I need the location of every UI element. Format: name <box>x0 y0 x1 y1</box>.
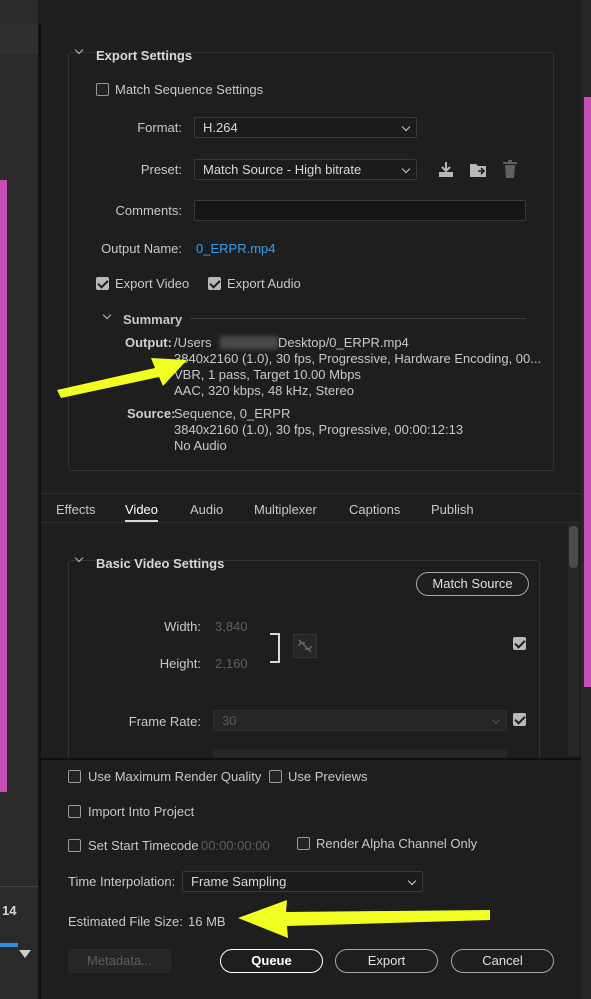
summary-source-sequence: Sequence, 0_ERPR <box>174 406 291 421</box>
annotation-arrow-1 <box>57 358 187 398</box>
max-render-quality-label: Use Maximum Render Quality <box>88 769 262 784</box>
queue-button[interactable]: Queue <box>220 949 323 973</box>
export-button[interactable]: Export <box>335 949 438 973</box>
left-counter: 14 <box>2 903 17 918</box>
metadata-button[interactable]: Metadata... <box>68 949 171 973</box>
summary-source-audio: No Audio <box>174 438 227 453</box>
comments-label: Comments: <box>115 203 182 218</box>
annotation-arrow-2 <box>238 900 490 938</box>
comments-input[interactable] <box>194 200 526 221</box>
format-dropdown[interactable]: H.264 <box>194 117 417 138</box>
frame-rate-match-checkbox[interactable] <box>513 713 526 726</box>
chevron-down-icon <box>407 876 417 886</box>
tab-publish[interactable]: Publish <box>431 502 474 517</box>
summary-output-video: 3840x2160 (1.0), 30 fps, Progressive, Ha… <box>174 351 542 366</box>
format-value: H.264 <box>203 120 238 135</box>
import-into-project-checkbox[interactable] <box>68 805 81 818</box>
tabs-top-divider <box>41 493 581 494</box>
time-interpolation-dropdown[interactable]: Frame Sampling <box>182 871 423 892</box>
preset-value: Match Source - High bitrate <box>203 162 362 177</box>
format-label: Format: <box>137 120 182 135</box>
summary-source-video: 3840x2160 (1.0), 30 fps, Progressive, 00… <box>174 422 464 437</box>
chevron-down-icon <box>401 122 411 132</box>
export-video-checkbox[interactable] <box>96 277 109 290</box>
match-sequence-label: Match Sequence Settings <box>115 82 264 97</box>
tab-video[interactable]: Video <box>125 502 158 517</box>
frame-rate-dropdown[interactable]: 30 <box>213 710 507 731</box>
match-source-button[interactable]: Match Source <box>416 572 529 596</box>
tabs-bottom-divider <box>41 522 581 523</box>
preset-dropdown[interactable]: Match Source - High bitrate <box>194 159 417 180</box>
export-audio-label: Export Audio <box>227 276 301 291</box>
frame-rate-label: Frame Rate: <box>128 714 201 729</box>
chevron-down-icon <box>401 164 411 174</box>
file-size-value: 16 MB <box>188 914 226 929</box>
time-interpolation-value: Frame Sampling <box>191 874 287 889</box>
basic-video-title: Basic Video Settings <box>96 556 225 571</box>
tab-audio[interactable]: Audio <box>190 502 223 517</box>
width-label: Width: <box>164 619 201 634</box>
left-magenta-frame <box>0 180 7 792</box>
height-value: 2,160 <box>215 656 248 671</box>
output-name-link[interactable]: 0_ERPR.mp4 <box>196 241 275 256</box>
cancel-button[interactable]: Cancel <box>451 949 554 973</box>
scrollbar-thumb[interactable] <box>569 526 578 568</box>
width-height-match-checkbox[interactable] <box>513 637 526 650</box>
start-timecode-value[interactable]: 00:00:00:00 <box>201 838 270 853</box>
playhead-marker[interactable] <box>19 950 31 958</box>
use-previews-checkbox[interactable] <box>269 770 282 783</box>
right-magenta-frame <box>584 97 591 687</box>
left-divider <box>0 886 38 887</box>
summary-output-bitrate: VBR, 1 pass, Target 10.00 Mbps <box>174 367 361 382</box>
redacted-username <box>220 336 278 349</box>
frame-rate-value: 30 <box>222 713 237 728</box>
link-bracket <box>270 633 280 663</box>
file-size-label: Estimated File Size: <box>68 914 183 929</box>
summary-title: Summary <box>123 312 183 327</box>
render-alpha-checkbox[interactable] <box>297 837 310 850</box>
width-value: 3,840 <box>215 619 248 634</box>
export-audio-checkbox[interactable] <box>208 277 221 290</box>
dialog-top-border <box>38 0 581 24</box>
render-alpha-label: Render Alpha Channel Only <box>316 836 478 851</box>
constrain-proportions-icon[interactable] <box>293 634 317 658</box>
output-name-label: Output Name: <box>101 241 182 256</box>
set-start-timecode-label: Set Start Timecode <box>88 838 199 853</box>
set-start-timecode-checkbox[interactable] <box>68 839 81 852</box>
chevron-down-icon <box>491 715 501 725</box>
bottom-section-divider <box>38 758 581 760</box>
preset-label: Preset: <box>140 162 182 177</box>
tab-multiplexer[interactable]: Multiplexer <box>254 502 317 517</box>
next-field-partial <box>213 750 507 758</box>
tab-captions[interactable]: Captions <box>349 502 400 517</box>
import-preset-icon[interactable] <box>437 160 455 178</box>
max-render-quality-checkbox[interactable] <box>68 770 81 783</box>
match-sequence-checkbox[interactable] <box>96 83 109 96</box>
time-interpolation-label: Time Interpolation: <box>68 874 176 889</box>
height-label: Height: <box>159 656 201 671</box>
summary-output-path-end: Desktop/0_ERPR.mp4 <box>278 335 409 350</box>
delete-preset-icon[interactable] <box>501 159 519 179</box>
import-into-project-label: Import Into Project <box>88 804 195 819</box>
summary-output-audio: AAC, 320 kbps, 48 kHz, Stereo <box>174 383 354 398</box>
summary-source-label: Source: <box>127 406 176 421</box>
tab-effects[interactable]: Effects <box>56 502 96 517</box>
export-settings-title: Export Settings <box>96 48 193 63</box>
export-video-label: Export Video <box>115 276 190 291</box>
summary-divider <box>190 318 526 319</box>
use-previews-label: Use Previews <box>288 769 368 784</box>
left-progress-bar <box>0 943 18 947</box>
left-top-bar <box>0 24 38 54</box>
save-preset-icon[interactable] <box>468 160 488 178</box>
